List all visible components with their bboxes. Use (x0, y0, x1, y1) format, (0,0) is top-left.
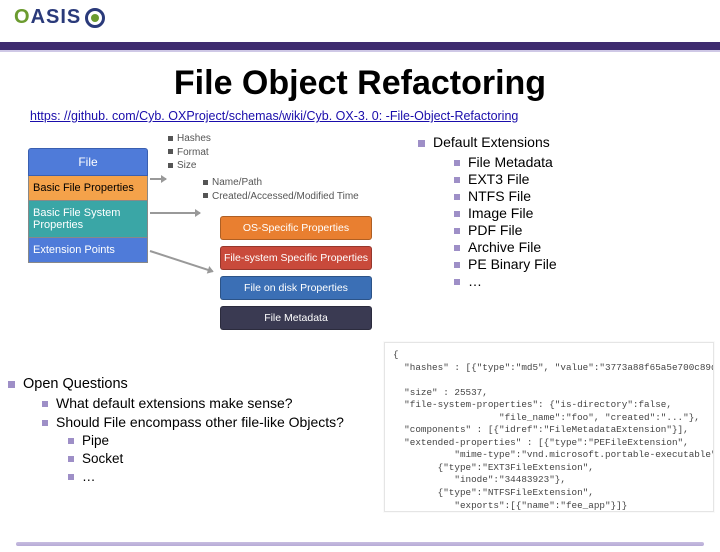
oq-item-file-like: Should File encompass other file-like Ob… (56, 414, 344, 430)
bullet-icon (454, 228, 460, 234)
slide-header: OASIS (0, 0, 720, 42)
footer-divider (16, 542, 704, 546)
hint-basic-props: Hashes Format Size (168, 132, 211, 173)
bullet-icon (42, 420, 48, 426)
extension-props-column: OS-Specific Properties File-system Speci… (220, 216, 372, 336)
logo-mark-icon (85, 8, 105, 28)
ext-image: Image File (468, 205, 533, 221)
ext-ellipsis: … (468, 273, 482, 289)
bullet-icon (8, 381, 15, 388)
json-snippet: { "hashes" : [{"type":"md5", "value":"37… (384, 342, 714, 512)
prop-on-disk: File on disk Properties (220, 276, 372, 300)
header-rule-dark (0, 42, 720, 50)
hint-hashes: Hashes (177, 133, 211, 144)
ext-pdf: PDF File (468, 222, 522, 238)
ext-pe-binary: PE Binary File (468, 256, 557, 272)
default-extensions-list: Default Extensions File Metadata EXT3 Fi… (418, 134, 698, 290)
bullet-icon (418, 140, 425, 147)
ext-archive: Archive File (468, 239, 541, 255)
slide-title: File Object Refactoring (0, 64, 720, 103)
logo-text: OASIS (14, 6, 81, 29)
arrow-icon (150, 212, 200, 214)
open-questions-heading: Open Questions (23, 376, 128, 392)
bullet-icon (68, 474, 74, 480)
file-column: File Basic File Properties Basic File Sy… (28, 148, 148, 263)
file-header-cell: File (28, 148, 148, 176)
arrow-icon (150, 178, 166, 180)
bullet-icon (68, 438, 74, 444)
file-row-fs-props: Basic File System Properties (28, 201, 148, 238)
slide-content: File Object Refactoring https: //github.… (0, 64, 720, 552)
prop-os-specific: OS-Specific Properties (220, 216, 372, 240)
oq-sub-pipe: Pipe (82, 433, 109, 448)
file-row-ext-points: Extension Points (28, 238, 148, 263)
hint-size: Size (177, 160, 196, 171)
header-rule-light (0, 50, 720, 52)
default-extensions-heading: Default Extensions (433, 134, 550, 150)
oq-sub-socket: Socket (82, 451, 123, 466)
hint-fs-props: Name/Path Created/Accessed/Modified Time (203, 176, 359, 203)
bullet-icon (454, 245, 460, 251)
arrow-icon (150, 250, 213, 272)
bullet-icon (454, 194, 460, 200)
open-questions: Open Questions What default extensions m… (8, 376, 388, 484)
file-object-diagram: File Basic File Properties Basic File Sy… (28, 134, 388, 344)
oasis-logo: OASIS (14, 6, 105, 29)
bullet-icon (454, 160, 460, 166)
bullet-icon (454, 279, 460, 285)
source-link[interactable]: https: //github. com/Cyb. OXProject/sche… (30, 109, 518, 123)
bullet-icon (454, 177, 460, 183)
ext-ext3: EXT3 File (468, 171, 529, 187)
prop-fs-specific: File-system Specific Properties (220, 246, 372, 270)
bullet-icon (42, 401, 48, 407)
hint-name-path: Name/Path (212, 177, 262, 188)
bullet-icon (454, 211, 460, 217)
oq-sub-ellipsis: … (82, 469, 96, 484)
bullet-icon (454, 262, 460, 268)
hint-format: Format (177, 147, 209, 158)
ext-ntfs: NTFS File (468, 188, 531, 204)
oq-item-default-ext: What default extensions make sense? (56, 395, 293, 411)
ext-file-metadata: File Metadata (468, 154, 553, 170)
hint-times: Created/Accessed/Modified Time (212, 191, 359, 202)
file-row-basic-props: Basic File Properties (28, 176, 148, 201)
bullet-icon (68, 456, 74, 462)
prop-file-metadata: File Metadata (220, 306, 372, 330)
